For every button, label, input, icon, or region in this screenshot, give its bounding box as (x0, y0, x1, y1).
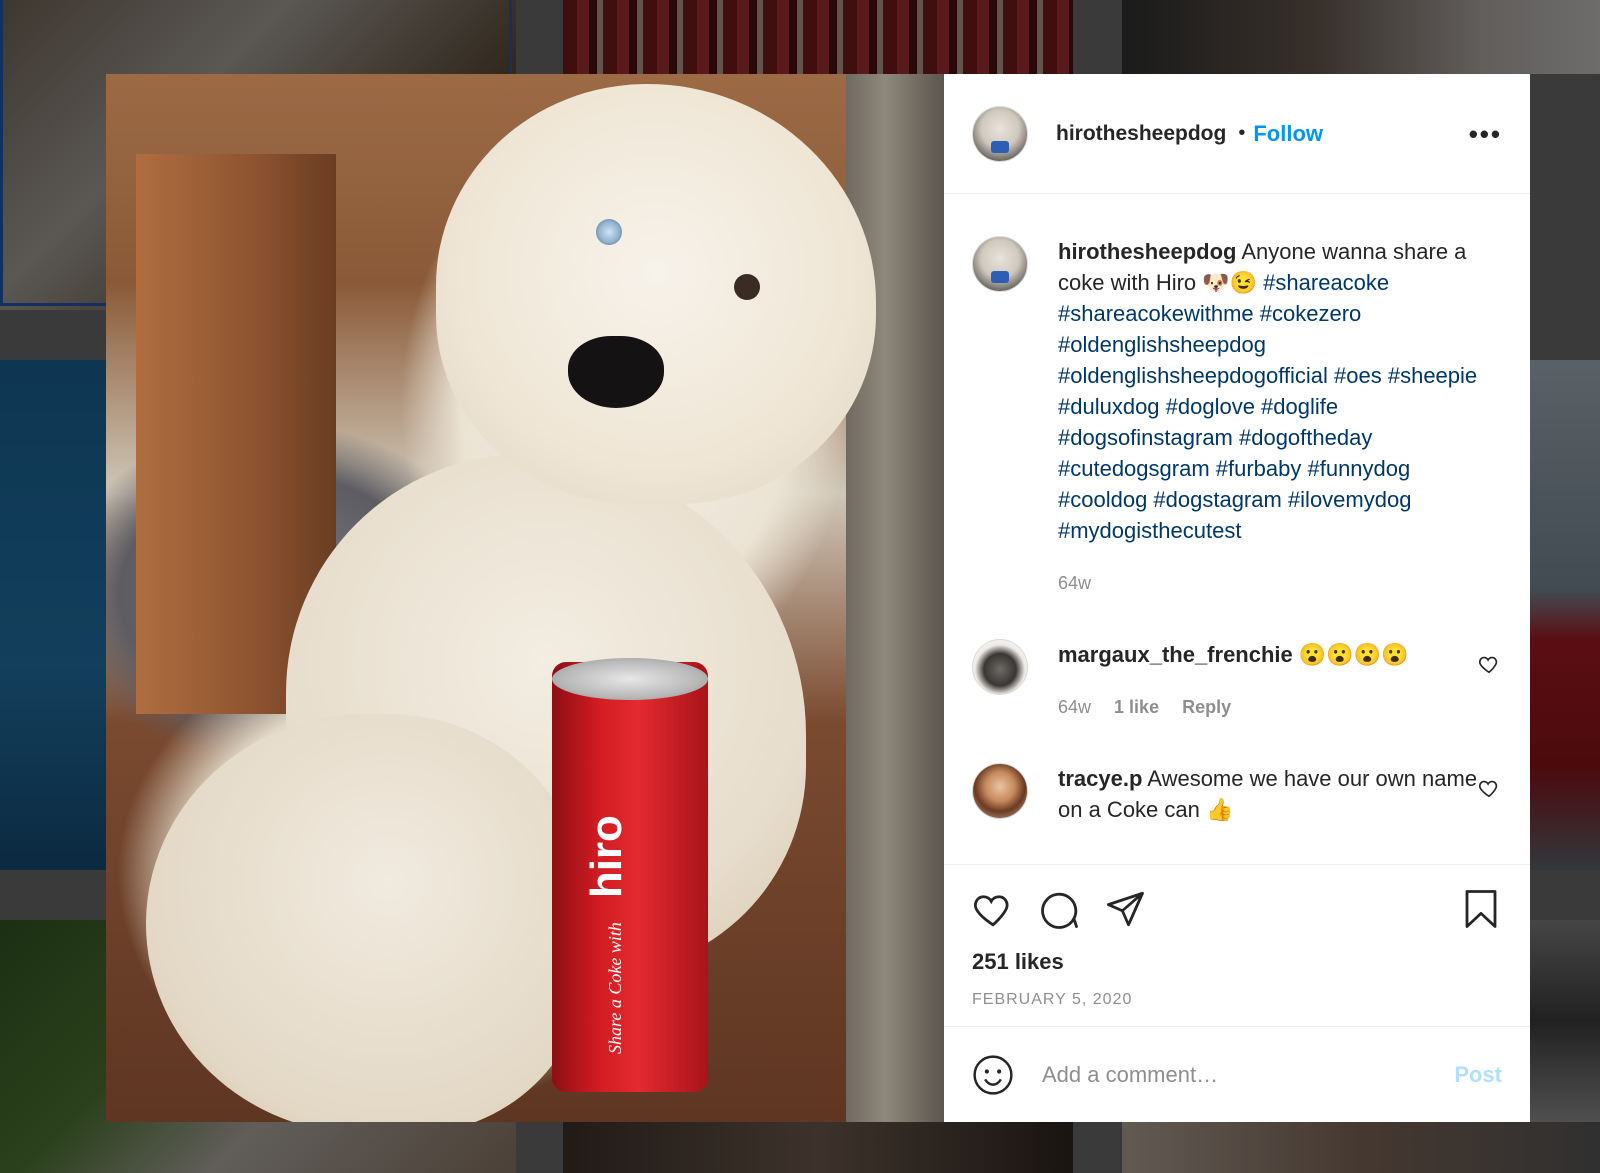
emoji-smiley-icon[interactable] (972, 1054, 1014, 1096)
can-label-name: hiro (582, 815, 631, 899)
post-date: FEBRUARY 5, 2020 (972, 991, 1133, 1008)
more-options-icon[interactable]: ••• (1469, 121, 1502, 147)
add-comment-bar: Post (944, 1026, 1530, 1122)
comment-text: 😮😮😮😮 (1292, 642, 1409, 667)
background-post-tile (563, 1122, 1073, 1173)
separator-dot: • (1238, 122, 1246, 144)
bookmark-icon[interactable] (1460, 888, 1502, 930)
comment-item: tracye.p Awesome we have our own name on… (972, 763, 1502, 825)
share-send-icon[interactable] (1104, 888, 1146, 930)
heart-icon[interactable] (1478, 777, 1500, 799)
coke-can-label: Share a Coke with hiro (582, 815, 632, 1054)
post-side-panel: hirothesheepdog • Follow ••• hirotheshee… (944, 74, 1530, 1122)
comment-age[interactable]: 64w (1058, 697, 1091, 717)
can-label-small: Share a Coke with (605, 922, 625, 1054)
background-post-tile (1122, 0, 1600, 74)
avatar[interactable] (972, 763, 1028, 819)
comment-username[interactable]: margaux_the_frenchie (1058, 642, 1293, 667)
caption: hirothesheepdog Anyone wanna share a cok… (972, 236, 1502, 599)
caption-hashtags[interactable]: #shareacoke #shareacokewithme #cokezero … (1058, 270, 1477, 543)
comment-username[interactable]: tracye.p (1058, 766, 1142, 791)
heart-icon[interactable] (1478, 653, 1500, 675)
caption-username[interactable]: hirothesheepdog (1058, 239, 1236, 264)
reply-button[interactable]: Reply (1182, 697, 1231, 717)
comment-input[interactable] (1040, 1060, 1455, 1089)
background-post-tile (1528, 360, 1600, 870)
post-button[interactable]: Post (1454, 1062, 1502, 1088)
background-post-tile (0, 360, 108, 870)
comment-likes[interactable]: 1 like (1114, 697, 1159, 717)
post-modal: Share a Coke with hiro hirothesheepdog •… (106, 74, 1530, 1122)
post-actions: 251 likes FEBRUARY 5, 2020 (944, 864, 1530, 1026)
background-post-tile (1528, 920, 1600, 1122)
avatar[interactable] (972, 236, 1028, 292)
background-post-tile (1122, 1122, 1600, 1173)
follow-button[interactable]: Follow (1253, 121, 1323, 147)
post-username[interactable]: hirothesheepdog (1056, 122, 1226, 146)
like-heart-icon[interactable] (972, 888, 1014, 930)
comment-bubble-icon[interactable] (1038, 888, 1080, 930)
avatar[interactable] (972, 639, 1028, 695)
likes-count[interactable]: 251 likes (972, 949, 1502, 975)
caption-age[interactable]: 64w (1058, 573, 1091, 593)
post-header: hirothesheepdog • Follow ••• (944, 74, 1530, 194)
comment-item: margaux_the_frenchie 😮😮😮😮 64w 1 like Rep… (972, 639, 1502, 723)
background-post-tile (563, 0, 1073, 74)
comments-section: hirothesheepdog Anyone wanna share a cok… (944, 194, 1530, 864)
avatar[interactable] (972, 105, 1028, 162)
post-photo[interactable]: Share a Coke with hiro (106, 74, 944, 1122)
